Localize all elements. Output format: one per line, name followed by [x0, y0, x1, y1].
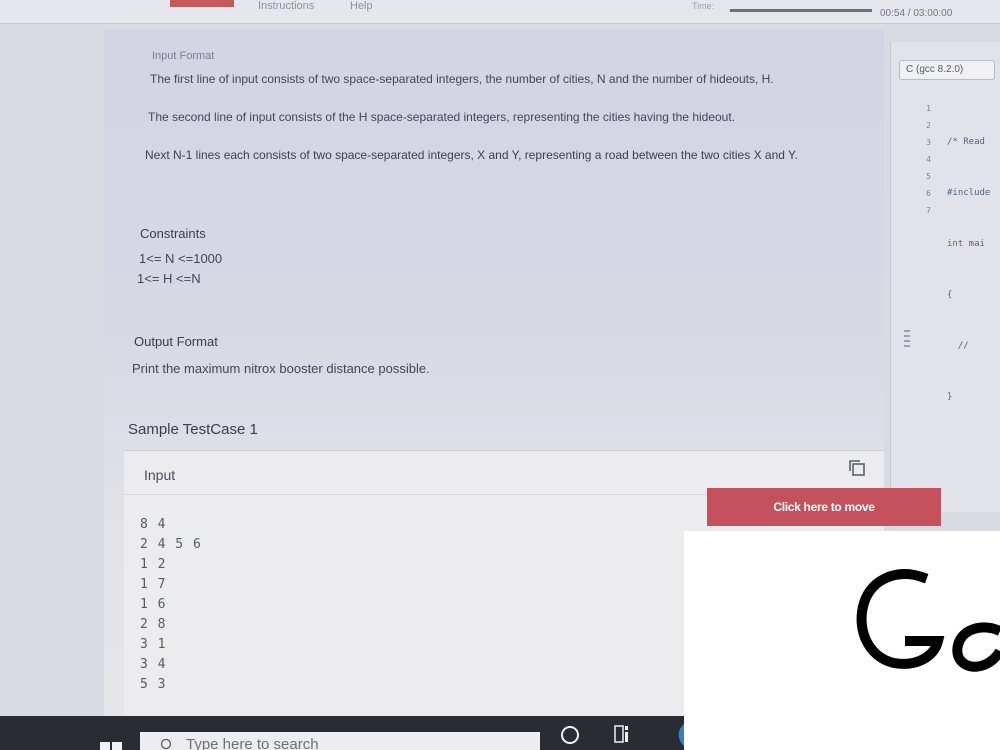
click-to-move-button[interactable]: Click here to move — [707, 488, 941, 526]
code-line[interactable]: { — [947, 287, 1000, 304]
edge-icon[interactable] — [668, 720, 684, 748]
line-number: 6 — [926, 189, 931, 198]
code-area[interactable]: /* Read #include int mai { // } — [947, 100, 1000, 474]
search-placeholder: Type here to search — [186, 736, 319, 750]
sample-input-line: 3 4 — [140, 657, 167, 672]
sample-input-line: 1 2 — [140, 557, 167, 572]
constraint-n: 1<= N <=1000 — [139, 251, 223, 266]
output-format-text: Print the maximum nitrox booster distanc… — [132, 361, 430, 376]
time-value: 00:54 / 03:00:00 — [880, 8, 953, 19]
pane-splitter-handle[interactable] — [904, 330, 910, 360]
sample-testcase-title: Sample TestCase 1 — [128, 421, 258, 438]
code-editor-panel: C (gcc 8.2.0) 1 2 3 4 5 6 7 /* Read #inc… — [890, 42, 1000, 512]
input-format-title: Input Format — [152, 50, 215, 62]
code-line[interactable]: } — [947, 389, 1000, 406]
sample-input-line: 1 6 — [140, 597, 167, 612]
windows-taskbar: Type here to search — [0, 716, 684, 750]
search-icon — [160, 738, 172, 750]
input-format-line-2: The second line of input consists of the… — [148, 110, 736, 124]
time-progress-bar — [730, 9, 872, 12]
constraints-title: Constraints — [140, 226, 206, 241]
sample-input-data: 8 4 2 4 5 6 1 2 1 7 1 6 2 8 3 1 3 4 5 3 — [140, 515, 440, 695]
taskbar-search-box[interactable]: Type here to search — [140, 732, 540, 750]
line-numbers: 1 2 3 4 5 6 7 — [917, 100, 931, 219]
input-format-line-3: Next N-1 lines each consists of two spac… — [145, 148, 798, 162]
time-label: Time: — [692, 1, 715, 11]
top-bar: Instructions Help Time: 00:54 / 03:00:00 — [0, 0, 1000, 24]
code-line[interactable]: int mai — [947, 236, 1000, 253]
line-number: 2 — [926, 121, 931, 130]
cortana-icon[interactable] — [561, 726, 579, 744]
sample-input-line: 1 7 — [140, 577, 167, 592]
line-number: 3 — [926, 138, 931, 147]
white-overlay — [684, 531, 1000, 750]
line-number: 1 — [926, 104, 931, 113]
input-format-line-1: The first line of input consists of two … — [150, 72, 774, 86]
logo — [170, 0, 234, 7]
menu-instructions[interactable]: Instructions — [258, 0, 314, 12]
code-line[interactable]: /* Read — [947, 134, 1000, 151]
code-line[interactable]: // — [947, 338, 1000, 355]
sample-input-line: 2 4 5 6 — [140, 537, 202, 552]
sample-input-line: 3 1 — [140, 637, 167, 652]
task-view-icon[interactable] — [614, 724, 630, 744]
line-number: 7 — [926, 206, 931, 215]
line-number: 5 — [926, 172, 931, 181]
menu-help[interactable]: Help — [350, 0, 373, 12]
sample-input-line: 2 8 — [140, 617, 167, 632]
constraint-h: 1<= H <=N — [137, 271, 201, 286]
sample-input-line: 5 3 — [140, 677, 167, 692]
sample-input-label: Input — [144, 467, 176, 483]
language-select[interactable]: C (gcc 8.2.0) — [899, 60, 995, 80]
copy-icon[interactable] — [848, 459, 866, 477]
signature-mark — [856, 569, 1000, 672]
windows-start-icon[interactable] — [100, 740, 122, 750]
line-number: 4 — [926, 155, 931, 164]
code-line[interactable]: #include — [947, 185, 1000, 202]
sample-input-line: 8 4 — [140, 517, 167, 532]
output-format-title: Output Format — [134, 334, 218, 349]
